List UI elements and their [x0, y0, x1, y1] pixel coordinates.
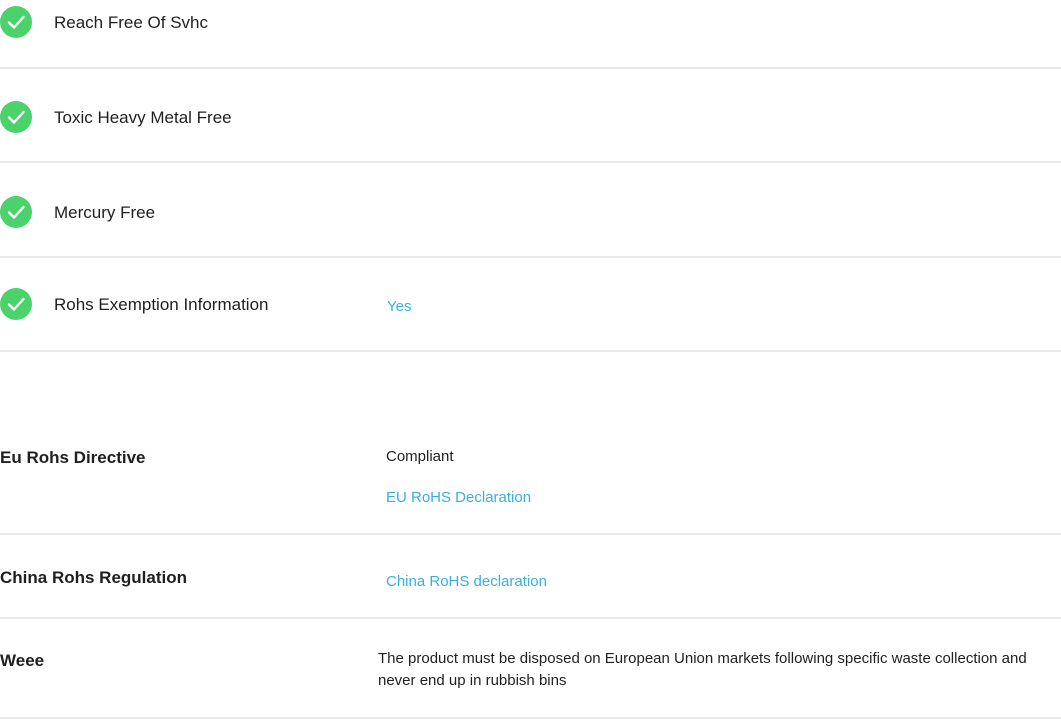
compliance-item-reach: Reach Free Of Svhc: [0, 2, 1061, 42]
check-circle-icon: [0, 196, 32, 228]
compliance-item-label: Toxic Heavy Metal Free: [54, 108, 232, 127]
compliance-item-rohs-exemption: Rohs Exemption Information Yes: [0, 284, 1061, 324]
compliance-item-toxic-heavy-metal: Toxic Heavy Metal Free: [0, 97, 1061, 137]
compliance-item-label: Reach Free Of Svhc: [54, 13, 209, 32]
weee-label: Weee: [0, 651, 45, 670]
eu-rohs-label: Eu Rohs Directive: [0, 448, 146, 467]
divider: [0, 350, 1061, 352]
divider: [0, 67, 1061, 69]
divider: [0, 161, 1061, 163]
compliance-panel: Reach Free Of Svhc Toxic Heavy Metal Fre…: [0, 0, 1061, 722]
eu-rohs-declaration-link[interactable]: EU RoHS Declaration: [386, 488, 531, 508]
divider: [0, 617, 1061, 619]
china-rohs-label: China Rohs Regulation: [0, 568, 187, 587]
china-rohs-declaration-link[interactable]: China RoHS declaration: [386, 572, 547, 592]
eu-rohs-status: Compliant: [386, 448, 454, 465]
divider: [0, 256, 1061, 258]
compliance-item-label: Rohs Exemption Information: [54, 295, 269, 314]
weee-description: The product must be disposed on European…: [378, 650, 1027, 689]
compliance-item-mercury: Mercury Free: [0, 192, 1061, 232]
rohs-exemption-yes-link[interactable]: Yes: [387, 297, 411, 317]
check-circle-icon: [0, 6, 32, 38]
divider: [0, 717, 1061, 719]
check-circle-icon: [0, 288, 32, 320]
compliance-item-label: Mercury Free: [54, 203, 156, 222]
check-circle-icon: [0, 101, 32, 133]
divider: [0, 533, 1061, 535]
